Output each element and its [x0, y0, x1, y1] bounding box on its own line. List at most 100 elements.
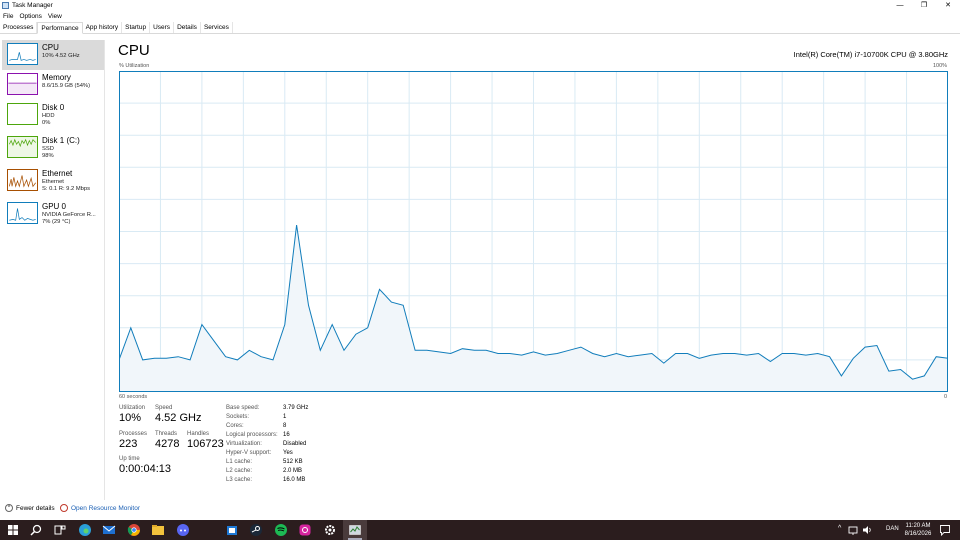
stat-processes-label: Processes — [119, 431, 148, 437]
spec-value: 512 KB — [283, 459, 303, 465]
chevron-up-icon: ^ — [5, 504, 13, 512]
chevron-up-tray-icon[interactable]: ^ — [838, 525, 841, 532]
sidebar-sub-disk0-usage: 0% — [42, 120, 51, 126]
spec-key: Hyper-V support: — [226, 450, 272, 456]
spec-key: L3 cache: — [226, 477, 253, 483]
stat-speed-value: 4.52 GHz — [155, 412, 202, 424]
sidebar-sub-disk1-usage: 98% — [42, 153, 54, 159]
chrome-icon[interactable] — [127, 523, 141, 537]
sidebar-title-cpu: CPU — [42, 43, 59, 52]
stat-utilization-label: Utilization — [119, 405, 146, 411]
spec-key: Virtualization: — [226, 441, 262, 447]
sidebar-item-gpu0[interactable]: GPU 0 NVIDIA GeForce R... 7% (29 °C) — [2, 199, 104, 229]
spec-key: Logical processors: — [226, 432, 278, 438]
spec-row: Virtualization: Disabled — [226, 441, 336, 450]
clock-time: 11:20 AM — [905, 523, 931, 529]
cpu-utilization-graph — [119, 71, 948, 392]
stat-processes: Processes 223 — [119, 431, 147, 450]
resource-monitor-icon — [60, 504, 68, 512]
sidebar-title-memory: Memory — [42, 73, 71, 82]
stat-uptime: Up time 0:00:04:13 — [119, 456, 171, 475]
taskbar: ^ DAN 11:20 AM 8/16/2026 — [0, 520, 960, 540]
tab-performance[interactable]: Performance — [37, 22, 83, 34]
tab-startup[interactable]: Startup — [122, 22, 151, 33]
sidebar-item-disk0[interactable]: Disk 0 HDD 0% — [2, 100, 104, 130]
cpu-thumbnail-graph — [7, 43, 38, 65]
time-axis-label: 60 seconds — [119, 394, 148, 400]
notification-icon[interactable] — [939, 523, 951, 537]
gpu0-thumbnail-graph — [7, 202, 38, 224]
stat-threads-value: 4278 — [155, 438, 180, 450]
ethernet-thumbnail-graph — [7, 169, 38, 191]
search-icon[interactable] — [29, 523, 43, 537]
page-title: CPU — [118, 42, 150, 59]
spec-value: 16.0 MB — [283, 477, 306, 483]
spec-key: Sockets: — [226, 414, 250, 420]
stat-handles-value: 106723 — [187, 438, 224, 450]
spec-key: L1 cache: — [226, 459, 253, 465]
windows-start-icon[interactable] — [6, 523, 20, 537]
minimize-button[interactable]: — — [888, 0, 912, 11]
discord-icon[interactable] — [176, 523, 190, 537]
stat-utilization: Utilization 10% — [119, 405, 145, 424]
task-manager-icon — [2, 2, 9, 9]
disk1-thumbnail-graph — [7, 136, 38, 158]
fewer-details-button[interactable]: ^ Fewer details — [5, 504, 55, 512]
stat-uptime-label: Up time — [119, 456, 140, 462]
task-manager-taskbar-icon — [349, 525, 361, 535]
footer-bar: ^ Fewer details Open Resource Monitor — [0, 500, 960, 520]
steam-icon[interactable] — [249, 523, 263, 537]
close-button[interactable]: ✕ — [936, 0, 960, 11]
spec-row: Sockets: 1 — [226, 414, 336, 423]
stat-utilization-value: 10% — [119, 412, 142, 424]
clock-date: 8/16/2026 — [904, 531, 932, 537]
time-axis-zero: 0 — [944, 394, 948, 400]
tab-details[interactable]: Details — [174, 22, 201, 33]
sidebar-title-disk0: Disk 0 — [42, 103, 65, 112]
stat-speed: Speed 4.52 GHz — [155, 405, 201, 424]
stat-threads: Threads 4278 — [155, 431, 179, 450]
tab-app-history[interactable]: App history — [83, 22, 123, 33]
stat-handles: Handles 106723 — [187, 431, 224, 450]
language-indicator[interactable]: DAN — [886, 526, 899, 532]
tab-users[interactable]: Users — [150, 22, 175, 33]
stat-uptime-value: 0:00:04:13 — [119, 463, 171, 475]
settings-gear-icon[interactable] — [323, 523, 337, 537]
spec-value: 16 — [283, 432, 290, 438]
tab-services[interactable]: Services — [201, 22, 233, 33]
menu-view[interactable]: View — [45, 11, 65, 22]
sidebar-item-memory[interactable]: Memory 8.6/15.9 GB (54%) — [2, 70, 104, 100]
open-resource-monitor-link[interactable]: Open Resource Monitor — [60, 504, 140, 512]
sidebar-item-ethernet[interactable]: Ethernet Ethernet S: 0.1 R: 9.2 Mbps — [2, 166, 104, 196]
edge-icon[interactable] — [78, 523, 92, 537]
mail-icon[interactable] — [102, 523, 116, 537]
utilization-max-label: 100% — [933, 63, 948, 69]
sidebar-sub-memory: 8.6/15.9 GB (54%) — [42, 83, 91, 89]
instagram-icon[interactable] — [298, 523, 312, 537]
tab-processes[interactable]: Processes — [0, 22, 38, 33]
volume-icon[interactable] — [862, 523, 872, 537]
resource-sidebar: CPU 10% 4.52 GHz Memory 8.6/15.9 GB (54%… — [0, 40, 105, 500]
sidebar-title-ethernet: Ethernet — [42, 169, 73, 178]
fewer-details-label: Fewer details — [16, 504, 55, 512]
spotify-icon[interactable] — [274, 523, 288, 537]
menu-file[interactable]: File — [0, 11, 16, 22]
task-view-icon[interactable] — [53, 523, 67, 537]
spec-value: Disabled — [283, 441, 307, 447]
network-icon[interactable] — [848, 523, 858, 537]
menu-options[interactable]: Options — [16, 11, 44, 22]
disk0-thumbnail-graph — [7, 103, 38, 125]
spec-value: 2.0 MB — [283, 468, 303, 474]
maximize-button[interactable]: ❐ — [912, 0, 936, 11]
spec-value: 3.79 GHz — [283, 405, 309, 411]
file-explorer-icon[interactable] — [151, 523, 165, 537]
store-icon[interactable] — [225, 523, 239, 537]
spec-key: Cores: — [226, 423, 244, 429]
open-resource-monitor-label: Open Resource Monitor — [71, 504, 141, 512]
sidebar-item-cpu[interactable]: CPU 10% 4.52 GHz — [2, 40, 104, 70]
sidebar-title-disk1: Disk 1 (C:) — [42, 136, 80, 145]
sidebar-item-disk1[interactable]: Disk 1 (C:) SSD 98% — [2, 133, 104, 163]
system-clock[interactable]: 11:20 AM 8/16/2026 — [902, 522, 934, 538]
stat-threads-label: Threads — [155, 431, 178, 437]
sidebar-sub-disk1-type: SSD — [42, 146, 54, 152]
